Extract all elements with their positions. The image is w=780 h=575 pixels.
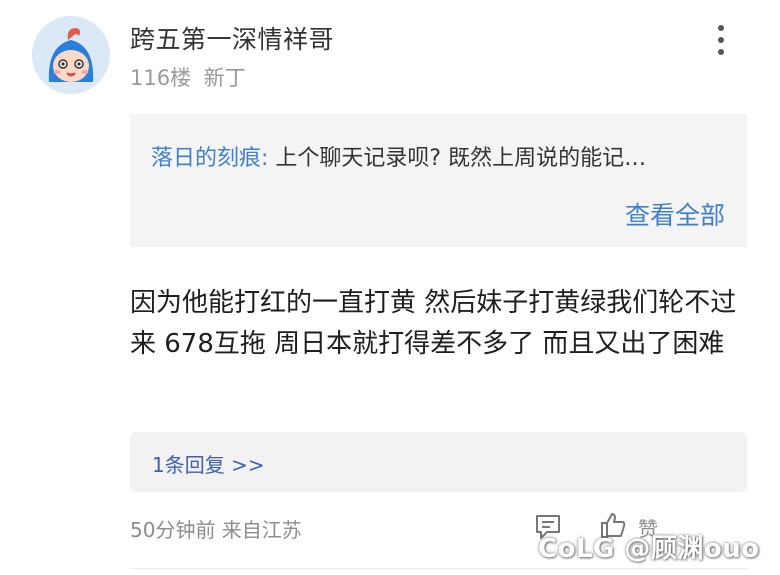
user-avatar[interactable] <box>32 16 110 94</box>
quote-author[interactable]: 落日的刻痕: <box>151 146 268 171</box>
user-level-badge: 新丁 <box>203 66 246 90</box>
quoted-comment[interactable]: 落日的刻痕: 上个聊天记录呗? 既然上周说的能记… 查看全部 <box>130 114 747 247</box>
time-location: 50分钟前 来自江苏 <box>130 518 302 542</box>
username[interactable]: 跨五第一深情祥哥 <box>130 20 334 56</box>
quote-text: 上个聊天记录呗? 既然上周说的能记… <box>268 146 647 171</box>
more-options-button[interactable] <box>708 22 734 58</box>
view-replies-link[interactable]: 1条回复 >> <box>152 449 265 478</box>
post-content: 因为他能打红的一直打黄 然后妹子打黄绿我们轮不过来 678互拖 周日本就打得差不… <box>130 288 737 359</box>
quote-text-line: 落日的刻痕: 上个聊天记录呗? 既然上周说的能记… <box>151 140 731 172</box>
more-vertical-icon <box>718 25 724 31</box>
watermark: CoLG @顾渊ouo <box>538 534 760 564</box>
more-dot <box>718 37 724 43</box>
floor-number: 116楼 <box>130 66 192 90</box>
floor-info: 116楼 新丁 <box>130 62 246 92</box>
avatar-cartoon-icon <box>32 16 110 94</box>
divider <box>130 568 747 569</box>
view-all-link[interactable]: 查看全部 <box>625 196 725 232</box>
replies-box[interactable]: 1条回复 >> <box>130 432 747 492</box>
more-dot <box>718 49 724 55</box>
comment-post: 跨五第一深情祥哥 116楼 新丁 落日的刻痕: 上个聊天记录呗? 既然上周说的能… <box>0 0 780 575</box>
